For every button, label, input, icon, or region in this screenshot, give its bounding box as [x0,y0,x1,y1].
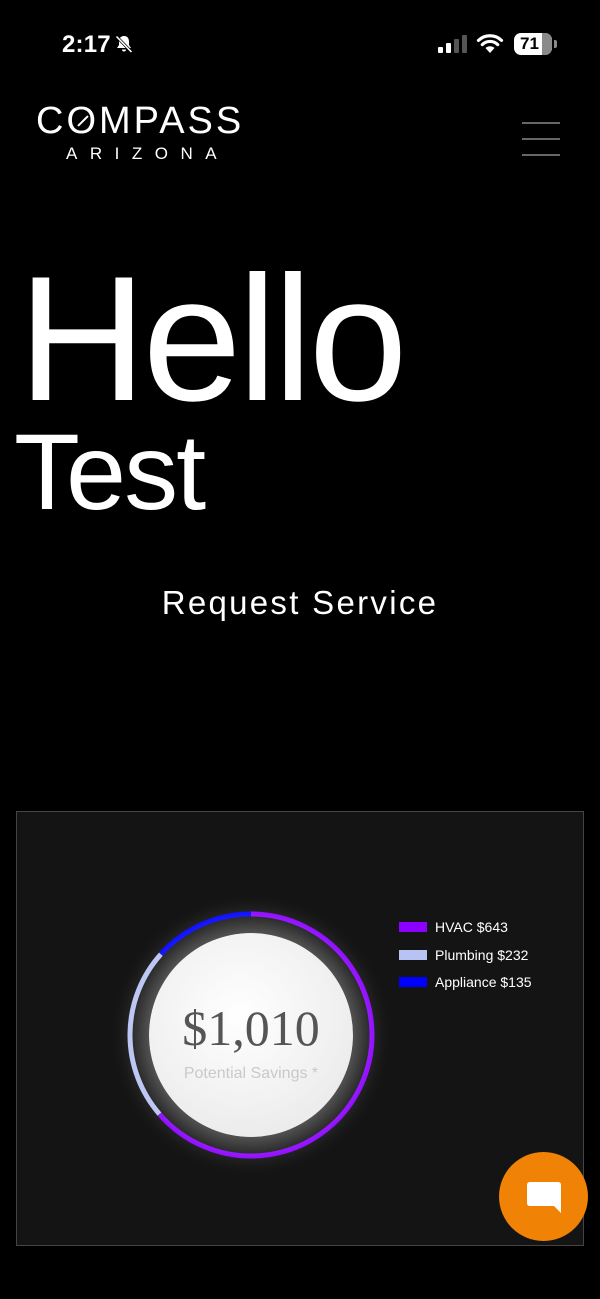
greeting-name: Test [14,411,206,532]
legend-label: Plumbing $232 [435,946,529,963]
greeting-hello: Hello [18,239,408,438]
menu-bar [522,154,560,156]
legend-swatch [399,977,427,987]
menu-bar [522,122,560,124]
status-time: 2:17 [62,31,111,58]
battery-nub [554,40,557,48]
chart-legend: HVAC $643 Plumbing $232 Appliance $135 [399,917,532,1000]
battery-icon: 71 [514,33,552,55]
logo-letters-mpass: MPASS [99,100,245,142]
cellular-signal-icon [438,35,467,53]
legend-swatch [399,949,427,960]
compass-logo[interactable]: COMPASS [36,100,244,142]
logo-letter-o: O [66,100,99,142]
legend-item-hvac: HVAC $643 [399,917,532,937]
request-service-link[interactable]: Request Service [0,584,600,622]
logo-letter-c: C [36,100,67,142]
chat-bubble-icon [526,1181,561,1213]
savings-card: $1,010 Potential Savings * HVAC $643 Plum… [16,811,584,1246]
menu-bar [522,138,560,140]
wifi-icon [476,34,504,53]
chat-button[interactable] [499,1152,588,1241]
legend-label: Appliance $135 [435,974,532,990]
legend-item-plumbing: Plumbing $232 [399,945,532,965]
legend-item-appliance: Appliance $135 [399,972,532,992]
hamburger-menu-icon[interactable] [522,122,560,156]
battery-level: 71 [520,34,539,53]
savings-label: Potential Savings * [183,1065,319,1082]
logo-subtitle: ARIZONA [66,144,230,163]
legend-label: HVAC $643 [435,919,508,935]
bell-slash-icon [115,35,133,54]
legend-swatch [399,922,427,932]
savings-amount: $1,010 [182,1000,320,1056]
